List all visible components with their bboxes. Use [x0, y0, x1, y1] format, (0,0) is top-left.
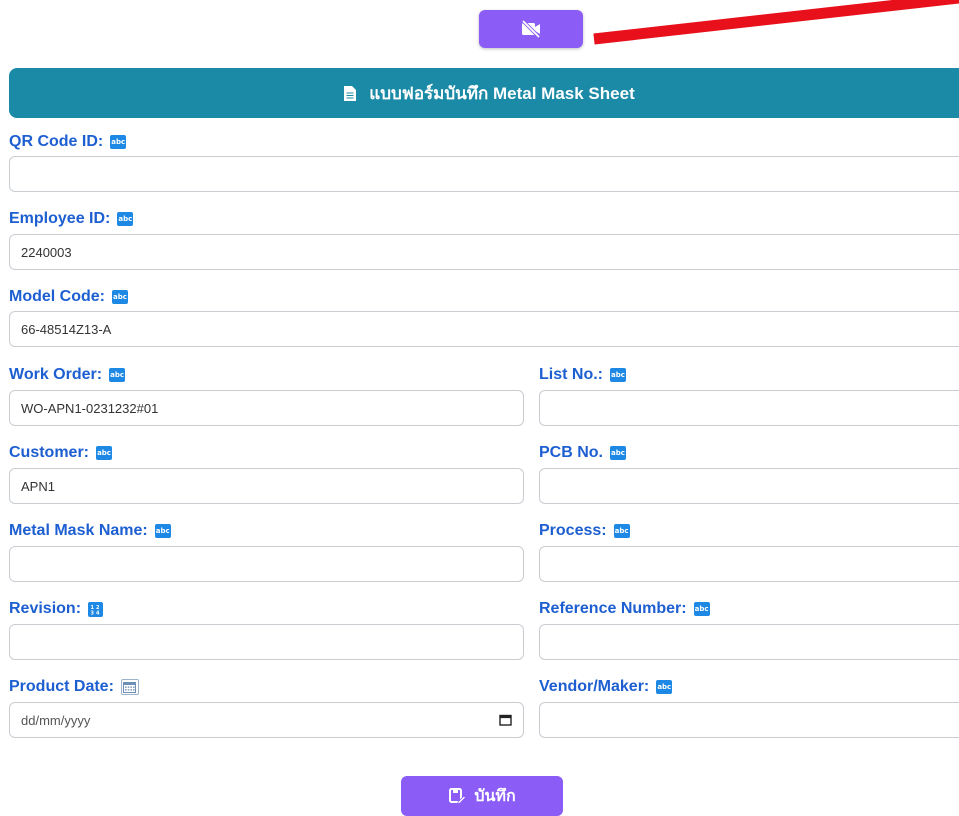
save-edit-icon: [448, 787, 467, 805]
calendar-picker-icon[interactable]: [499, 714, 512, 726]
text-type-icon: abc: [656, 680, 673, 694]
document-icon: [343, 85, 357, 102]
qr-code-id-label: QR Code ID: abc: [9, 133, 127, 150]
text-type-icon: abc: [693, 602, 710, 616]
svg-text:4: 4: [96, 610, 100, 615]
product-date-label: Product Date:: [9, 678, 139, 696]
list-no-input[interactable]: [539, 390, 959, 426]
text-type-icon: abc: [154, 524, 171, 538]
process-label: Process: abc: [539, 522, 630, 539]
pcb-no-label: PCB No. abc: [539, 444, 626, 461]
process-input[interactable]: [539, 546, 959, 582]
metal-mask-name-input[interactable]: [9, 546, 524, 582]
customer-input[interactable]: APN1: [9, 468, 524, 504]
employee-id-input[interactable]: 2240003: [9, 234, 959, 270]
vendor-maker-label: Vendor/Maker: abc: [539, 678, 673, 695]
text-type-icon: abc: [96, 446, 113, 460]
form-title: แบบฟอร์มบันทึก Metal Mask Sheet: [369, 83, 635, 103]
metal-mask-name-label: Metal Mask Name: abc: [9, 522, 171, 539]
camera-toggle-button[interactable]: [479, 10, 583, 48]
revision-input[interactable]: [9, 624, 524, 660]
list-no-label: List No.: abc: [539, 366, 626, 383]
model-code-label: Model Code: abc: [9, 288, 128, 305]
product-date-input[interactable]: dd/mm/yyyy: [9, 702, 524, 738]
text-type-icon: abc: [613, 524, 630, 538]
revision-label: Revision: 1 2 3 4: [9, 600, 104, 618]
text-type-icon: abc: [110, 135, 127, 149]
reference-number-input[interactable]: [539, 624, 959, 660]
text-type-icon: abc: [117, 212, 134, 226]
camera-off-icon: [520, 19, 542, 39]
vendor-maker-input[interactable]: [539, 702, 959, 738]
qr-code-id-input[interactable]: [9, 156, 959, 192]
number-type-icon: 1 2 3 4: [88, 601, 104, 617]
form-header: แบบฟอร์มบันทึก Metal Mask Sheet: [9, 68, 959, 118]
customer-label: Customer: abc: [9, 444, 113, 461]
work-order-label: Work Order: abc: [9, 366, 126, 383]
work-order-input[interactable]: WO-APN1-0231232#01: [9, 390, 524, 426]
text-type-icon: abc: [109, 368, 126, 382]
svg-text:3: 3: [91, 610, 95, 615]
model-code-input[interactable]: 66-48514Z13-A: [9, 311, 959, 347]
calendar-type-icon: [120, 679, 139, 695]
text-type-icon: abc: [610, 368, 626, 382]
reference-number-label: Reference Number: abc: [539, 600, 710, 617]
pcb-no-input[interactable]: [539, 468, 959, 504]
employee-id-label: Employee ID: abc: [9, 210, 134, 227]
text-type-icon: abc: [610, 446, 626, 460]
text-type-icon: abc: [112, 290, 128, 304]
save-button[interactable]: บันทึก: [401, 776, 563, 816]
red-annotation-arrow: [593, 0, 959, 45]
